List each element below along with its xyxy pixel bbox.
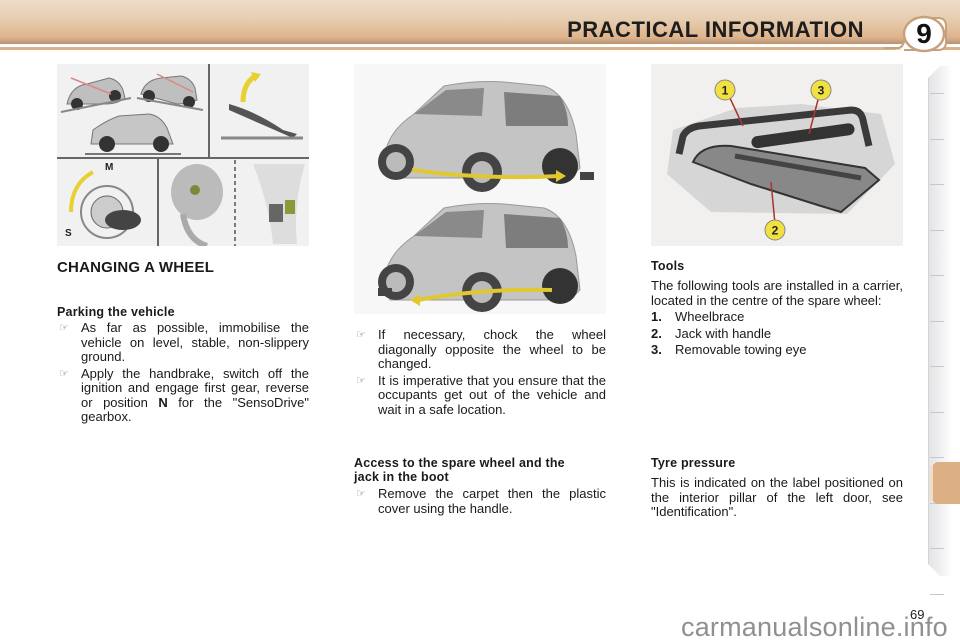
page-title: PRACTICAL INFORMATION bbox=[567, 17, 864, 42]
bullet-item: ☞ If necessary, chock the wheel diagonal… bbox=[356, 327, 606, 371]
chapter-tab-divider bbox=[930, 275, 944, 276]
chapter-tab-active[interactable] bbox=[930, 462, 960, 504]
subheading-spare-wheel: Access to the spare wheel and the jack i… bbox=[354, 456, 565, 484]
tools-illustration: 1 3 2 bbox=[651, 64, 903, 246]
tools-list-item: 1. Wheelbrace bbox=[651, 309, 745, 324]
parking-section: Parking the vehicle ☞ As far as possible… bbox=[57, 305, 309, 425]
chapter-tab-divider bbox=[930, 366, 944, 367]
chapter-badge: 9 bbox=[884, 12, 950, 56]
bullet-item: ☞ It is imperative that you ensure that … bbox=[356, 372, 606, 417]
gear-position-n: N bbox=[158, 394, 168, 410]
tyre-pressure-text: This is indicated on the label positione… bbox=[651, 475, 903, 519]
bullet-item: ☞ As far as possible, immobilise the veh… bbox=[59, 320, 309, 364]
tools-section: Tools The following tools are installed … bbox=[651, 259, 903, 358]
chapter-number: 9 bbox=[916, 18, 932, 49]
svg-text:2: 2 bbox=[772, 224, 779, 238]
bullet-item: ☞ Apply the handbrake, switch off the ig… bbox=[59, 365, 310, 424]
chapter-tab-divider bbox=[930, 411, 944, 413]
subheading-tools: Tools bbox=[651, 259, 685, 273]
tools-intro: The following tools are installed in a c… bbox=[651, 278, 903, 308]
chapter-tab-divider bbox=[930, 457, 944, 458]
ignition-label: M bbox=[105, 162, 113, 173]
watermark: carmanualsonline.info bbox=[681, 612, 948, 640]
spare-wheel-access-section: Access to the spare wheel and the jack i… bbox=[354, 456, 606, 516]
chapter-tab-divider bbox=[930, 593, 944, 595]
bullet-item: ☞ Remove the carpet then the plastic cov… bbox=[356, 486, 606, 516]
subheading-tyre-pressure: Tyre pressure bbox=[651, 456, 736, 470]
tools-list-item: 2. Jack with handle bbox=[651, 325, 772, 341]
svg-text:3: 3 bbox=[818, 84, 825, 98]
section-title: CHANGING A WHEEL bbox=[57, 259, 215, 276]
pointing-hand-icon: ☞ bbox=[356, 374, 366, 387]
ignition-label: S bbox=[65, 228, 72, 239]
pointing-hand-icon: ☞ bbox=[356, 488, 366, 500]
chapter-tab-divider bbox=[930, 138, 944, 140]
chapter-tab-divider bbox=[930, 229, 944, 231]
pointing-hand-icon: ☞ bbox=[59, 367, 69, 380]
chapter-tab-divider bbox=[930, 548, 944, 549]
parking-illustration: M S bbox=[57, 64, 309, 246]
tyre-pressure-section: Tyre pressure This is indicated on the l… bbox=[651, 456, 903, 520]
chapter-tab-divider bbox=[930, 184, 944, 185]
header-divider bbox=[0, 47, 960, 50]
chapter-tab-divider bbox=[930, 320, 944, 322]
pointing-hand-icon: ☞ bbox=[356, 329, 366, 341]
chock-wheel-illustration bbox=[354, 64, 606, 314]
page-number: 69 bbox=[910, 607, 925, 622]
pointing-hand-icon: ☞ bbox=[59, 322, 69, 334]
chock-section: ☞ If necessary, chock the wheel diagonal… bbox=[354, 326, 606, 417]
chapter-tab-divider bbox=[930, 93, 944, 94]
subheading-parking: Parking the vehicle bbox=[57, 305, 175, 319]
tools-list-item: 3. Removable towing eye bbox=[651, 342, 807, 357]
svg-text:1: 1 bbox=[722, 84, 729, 98]
